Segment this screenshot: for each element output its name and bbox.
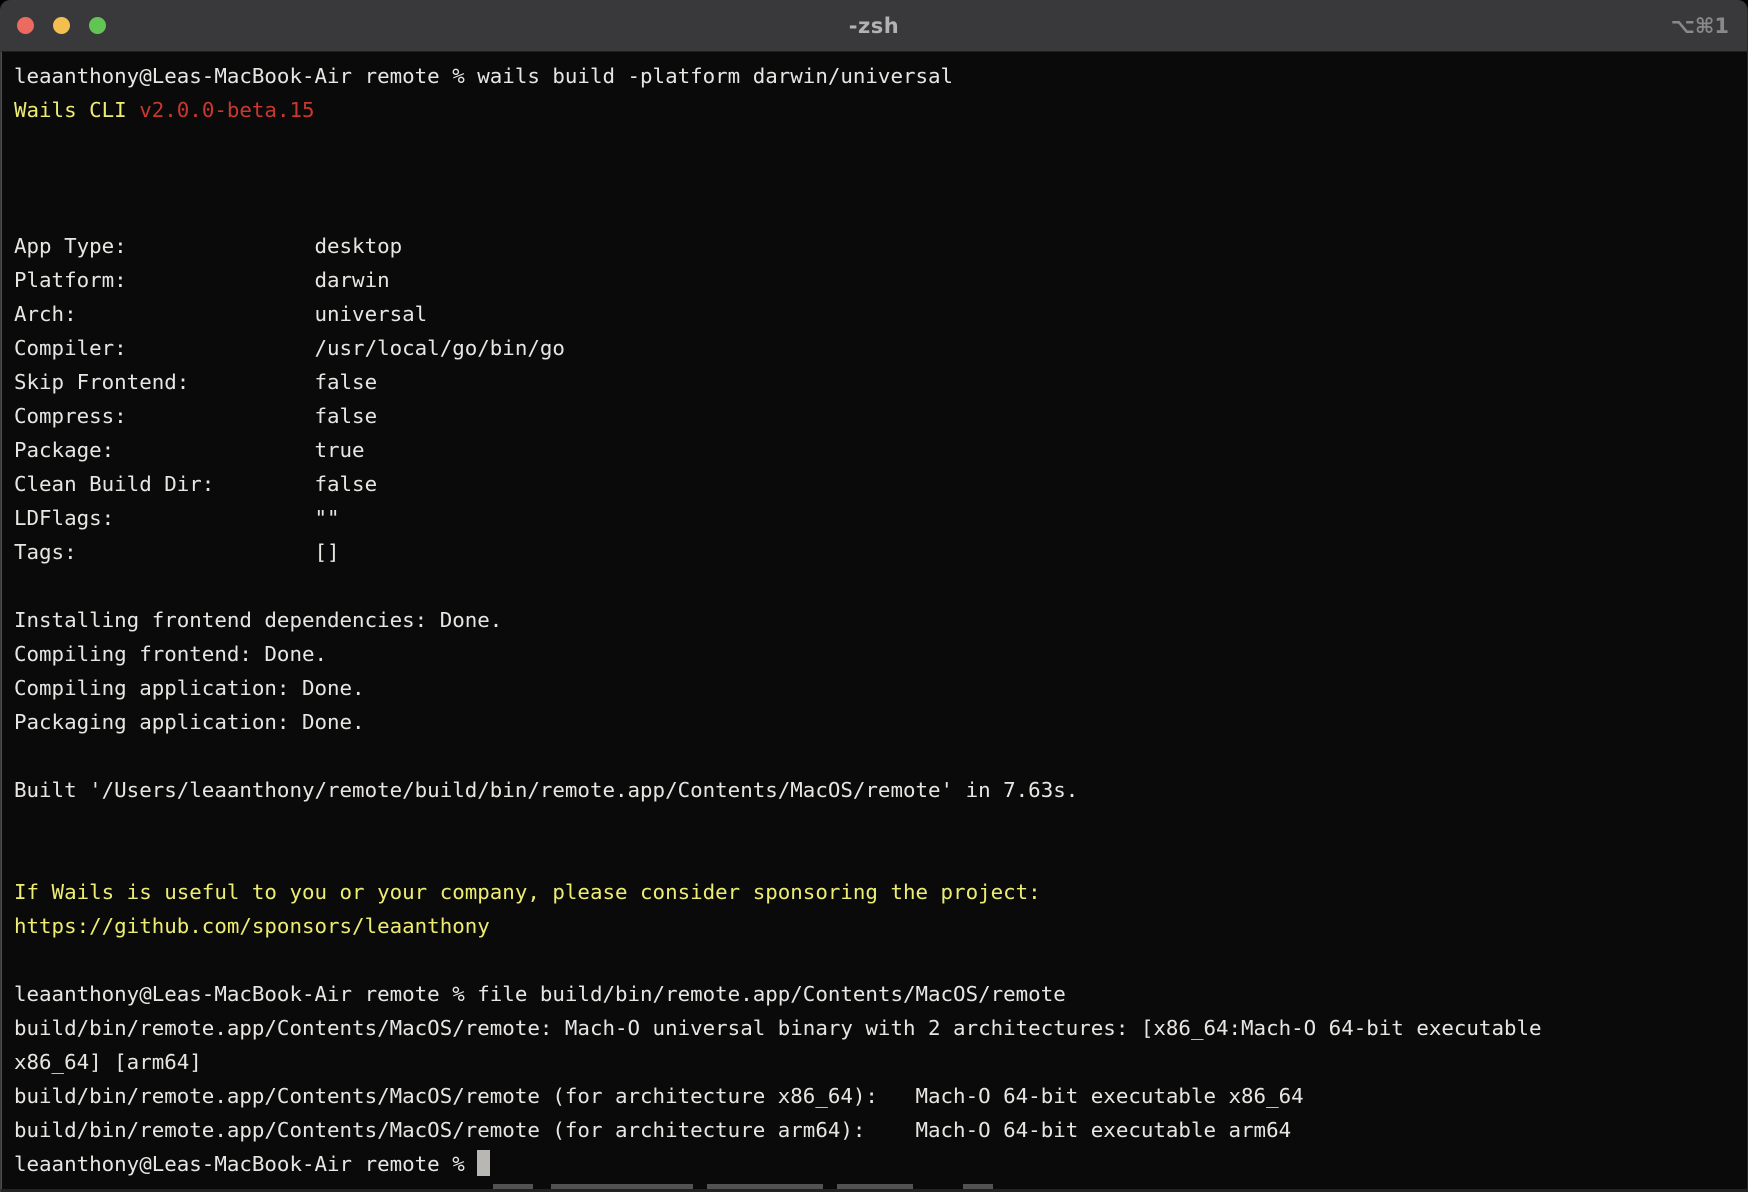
terminal-text-segment: build/bin/remote.app/Contents/MacOS/remo… xyxy=(14,1084,1304,1108)
terminal-window: -zsh ⌥⌘1 leaanthony@Leas-MacBook-Air rem… xyxy=(0,0,1748,1192)
terminal-line xyxy=(14,161,1747,195)
terminal-text-segment: LDFlags: "" xyxy=(14,506,340,530)
terminal-line: Package: true xyxy=(14,433,1747,467)
terminal-line: Installing frontend dependencies: Done. xyxy=(14,603,1747,637)
terminal-text-segment: Compiling application: Done. xyxy=(14,676,365,700)
zoom-button[interactable] xyxy=(89,17,106,34)
traffic-lights xyxy=(17,0,106,51)
terminal-line xyxy=(14,127,1747,161)
terminal-line: Clean Build Dir: false xyxy=(14,467,1747,501)
terminal-text-segment: Compiling frontend: Done. xyxy=(14,642,327,666)
terminal-line: LDFlags: "" xyxy=(14,501,1747,535)
terminal-line xyxy=(14,195,1747,229)
terminal-line: Compiling application: Done. xyxy=(14,671,1747,705)
terminal-line xyxy=(14,807,1747,841)
terminal-text-segment: https://github.com/sponsors/leaanthony xyxy=(14,914,490,938)
window-shortcut-badge: ⌥⌘1 xyxy=(1671,0,1729,51)
terminal-line: build/bin/remote.app/Contents/MacOS/remo… xyxy=(14,1079,1747,1113)
terminal-line: Compress: false xyxy=(14,399,1747,433)
close-button[interactable] xyxy=(17,17,34,34)
terminal-line: x86_64] [arm64] xyxy=(14,1045,1747,1079)
terminal-text-segment: v2.0.0-beta.15 xyxy=(139,98,314,122)
terminal-text-segment: App Type: desktop xyxy=(14,234,402,258)
minimize-button[interactable] xyxy=(53,17,70,34)
terminal-line: If Wails is useful to you or your compan… xyxy=(14,875,1747,909)
terminal-text-segment: leaanthony@Leas-MacBook-Air remote % xyxy=(14,1152,477,1176)
terminal-line: build/bin/remote.app/Contents/MacOS/remo… xyxy=(14,1011,1747,1045)
terminal-text-segment: Wails CLI xyxy=(14,98,139,122)
terminal-text-segment: Arch: universal xyxy=(14,302,427,326)
terminal-text-segment: Skip Frontend: false xyxy=(14,370,377,394)
terminal-line xyxy=(14,739,1747,773)
terminal-text-segment: Installing frontend dependencies: Done. xyxy=(14,608,502,632)
terminal-text-segment: Tags: [] xyxy=(14,540,340,564)
terminal-text-segment: build/bin/remote.app/Contents/MacOS/remo… xyxy=(14,1016,1542,1040)
terminal-text-segment: leaanthony@Leas-MacBook-Air remote % fil… xyxy=(14,982,1066,1006)
terminal-line: leaanthony@Leas-MacBook-Air remote % xyxy=(14,1147,1747,1181)
terminal-text-segment: Packaging application: Done. xyxy=(14,710,365,734)
terminal-line: Arch: universal xyxy=(14,297,1747,331)
terminal-text-segment: Platform: darwin xyxy=(14,268,390,292)
terminal-output-area[interactable]: leaanthony@Leas-MacBook-Air remote % wai… xyxy=(1,52,1747,1191)
terminal-line: Tags: [] xyxy=(14,535,1747,569)
terminal-line: Skip Frontend: false xyxy=(14,365,1747,399)
terminal-line xyxy=(14,569,1747,603)
terminal-line: leaanthony@Leas-MacBook-Air remote % fil… xyxy=(14,977,1747,1011)
terminal-text-segment: leaanthony@Leas-MacBook-Air remote % wai… xyxy=(14,64,953,88)
terminal-line: Platform: darwin xyxy=(14,263,1747,297)
terminal-line: Compiling frontend: Done. xyxy=(14,637,1747,671)
terminal-line: build/bin/remote.app/Contents/MacOS/remo… xyxy=(14,1113,1747,1147)
terminal-text-segment: Package: true xyxy=(14,438,365,462)
terminal-line: https://github.com/sponsors/leaanthony xyxy=(14,909,1747,943)
terminal-line: Compiler: /usr/local/go/bin/go xyxy=(14,331,1747,365)
terminal-line: leaanthony@Leas-MacBook-Air remote % wai… xyxy=(14,59,1747,93)
terminal-line: Packaging application: Done. xyxy=(14,705,1747,739)
terminal-line xyxy=(14,841,1747,875)
terminal-cursor xyxy=(477,1150,490,1176)
terminal-line xyxy=(14,943,1747,977)
terminal-text-segment: Clean Build Dir: false xyxy=(14,472,377,496)
terminal-text-segment: x86_64] [arm64] xyxy=(14,1050,202,1074)
terminal-text-segment: If Wails is useful to you or your compan… xyxy=(14,880,1041,904)
terminal-line: App Type: desktop xyxy=(14,229,1747,263)
terminal-line: Built '/Users/leaanthony/remote/build/bi… xyxy=(14,773,1747,807)
window-title: -zsh xyxy=(849,14,899,38)
titlebar[interactable]: -zsh ⌥⌘1 xyxy=(1,0,1747,52)
terminal-text-segment: Compiler: /usr/local/go/bin/go xyxy=(14,336,565,360)
terminal-text-segment: Built '/Users/leaanthony/remote/build/bi… xyxy=(14,778,1078,802)
terminal-text-segment: build/bin/remote.app/Contents/MacOS/remo… xyxy=(14,1118,1291,1142)
terminal-line: Wails CLI v2.0.0-beta.15 xyxy=(14,93,1747,127)
terminal-text-segment: Compress: false xyxy=(14,404,377,428)
